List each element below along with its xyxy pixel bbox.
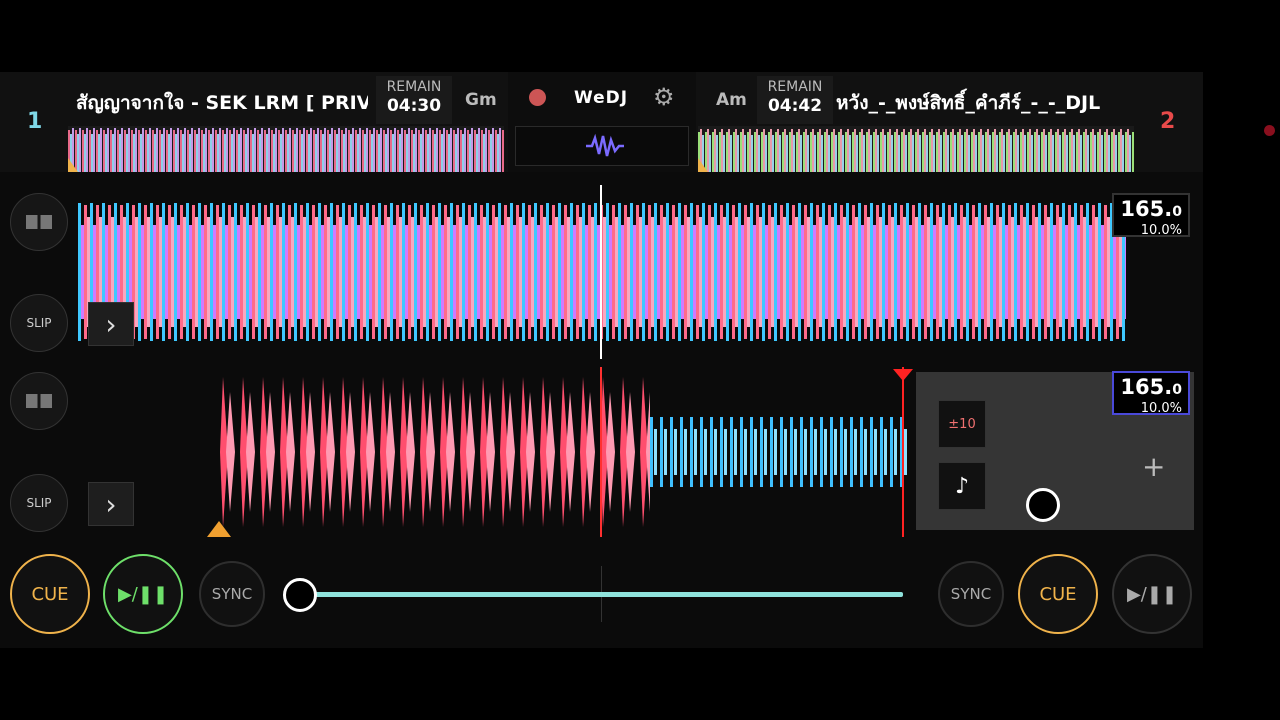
deck2-bpm-decimal: 0 (1172, 382, 1182, 398)
deck1-remain-time: 04:30 (386, 96, 442, 116)
deck1-overview-waveform[interactable] (68, 126, 504, 172)
top-bar: 1 สัญญาจากใจ - SEK LRM [ PRIV REMAIN 04:… (0, 72, 1203, 172)
deck2-key: Am (716, 90, 747, 110)
deck1-mode-button[interactable] (10, 193, 68, 251)
dj-app: 1 สัญญาจากใจ - SEK LRM [ PRIV REMAIN 04:… (0, 72, 1203, 648)
waveform-toggle-button[interactable] (515, 126, 689, 166)
chevron-right-icon: › (105, 487, 117, 521)
crossfader-knob[interactable] (283, 578, 317, 612)
deck1-bpm-decimal: 0 (1172, 204, 1182, 220)
deck2-expand-button[interactable]: › (88, 482, 134, 526)
pitch-slider-knob[interactable] (1026, 488, 1060, 522)
deck1-mode-icon (26, 215, 52, 229)
deck2-number: 2 (1160, 109, 1176, 134)
pitch-range-button[interactable]: ±10 (938, 400, 986, 448)
record-icon[interactable] (529, 89, 546, 106)
deck1-cue-button[interactable]: CUE (10, 554, 90, 634)
add-icon[interactable]: + (1142, 450, 1165, 483)
deck1-waveform[interactable] (0, 185, 1203, 359)
pitch-range-label: ±10 (948, 416, 976, 432)
deck1-pitch: 10.0% (1140, 223, 1182, 238)
deck1-waveform-svg (78, 185, 1126, 359)
deck1-remain-label: REMAIN (386, 79, 442, 95)
deck2-track-title[interactable]: หวัง_-_พงษ์สิทธิ์_คำภีร์_-_-_DJL (836, 88, 1128, 118)
deck1-bpm: 165. (1120, 197, 1173, 221)
deck2-pitch: 10.0% (1140, 401, 1182, 416)
deck1-remain-box: REMAIN 04:30 (376, 76, 452, 124)
deck1-play-pause-button[interactable]: ▶/❚❚ (103, 554, 183, 634)
deck2-slip-label: SLIP (26, 496, 52, 510)
deck2-overview-waveform[interactable] (698, 126, 1134, 172)
deck2-sync-button[interactable]: SYNC (938, 561, 1004, 627)
deck2-mode-button[interactable] (10, 372, 68, 430)
deck2-bpm: 165. (1120, 375, 1173, 399)
deck1-expand-button[interactable]: › (88, 302, 134, 346)
deck2-bpm-display[interactable]: 165.0 10.0% (1112, 371, 1190, 416)
deck2-overview-svg (698, 126, 1134, 172)
deck2-slip-button[interactable]: SLIP (10, 474, 68, 532)
deck2-play-pause-button[interactable]: ▶/❚❚ (1112, 554, 1192, 634)
deck2-mode-icon (26, 394, 52, 408)
status-dot (1264, 125, 1275, 136)
center-header: WeDJ ⚙ (508, 72, 696, 172)
deck2-cue-button[interactable]: CUE (1018, 554, 1098, 634)
crossfader-line (300, 592, 903, 597)
deck1-slip-label: SLIP (26, 316, 52, 330)
deck2-remain-time: 04:42 (767, 96, 823, 116)
app-logo: WeDJ (574, 88, 629, 108)
deck1-slip-button[interactable]: SLIP (10, 294, 68, 352)
chevron-right-icon: › (105, 307, 117, 341)
deck1-sync-button[interactable]: SYNC (199, 561, 265, 627)
deck1-bpm-display[interactable]: 165.0 10.0% (1112, 193, 1190, 238)
deck2-remain-box: REMAIN 04:42 (757, 76, 833, 124)
deck1-key: Gm (465, 90, 497, 110)
gear-icon[interactable]: ⚙ (653, 83, 675, 111)
waveform-icon (586, 133, 624, 157)
key-lock-icon: ♪ (954, 473, 970, 499)
key-lock-button[interactable]: ♪ (938, 462, 986, 510)
deck1-overview-svg (68, 126, 504, 172)
deck1-track-title[interactable]: สัญญาจากใจ - SEK LRM [ PRIV (76, 88, 368, 118)
deck2-remain-label: REMAIN (767, 79, 823, 95)
deck1-number: 1 (27, 109, 43, 134)
